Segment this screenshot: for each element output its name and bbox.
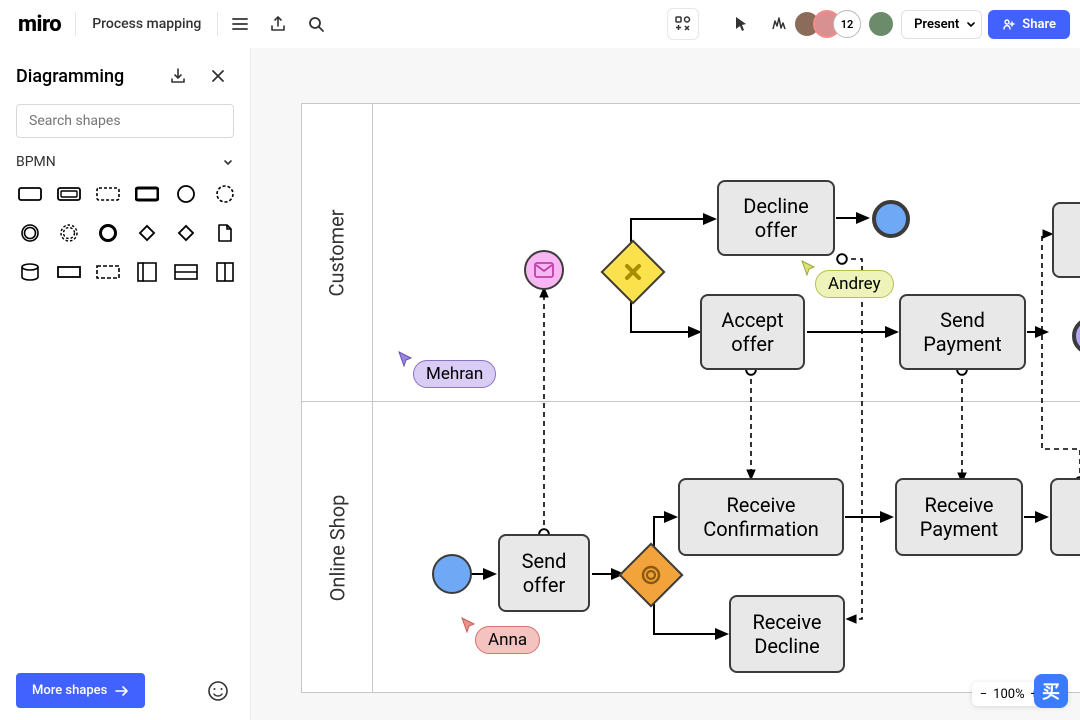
bpmn-pool[interactable]: Customer Online Shop xyxy=(301,103,1080,693)
share-button[interactable]: Share xyxy=(988,10,1070,39)
node-send-invoice[interactable]: Send Invoic xyxy=(1050,478,1080,556)
shape-lane-h[interactable] xyxy=(172,258,200,286)
menu-icon[interactable] xyxy=(224,8,256,40)
zoom-level: 100% xyxy=(993,687,1024,702)
node-send-offer[interactable]: Send offer xyxy=(498,534,590,612)
node-receive-confirmation[interactable]: Receive Confirmation xyxy=(678,478,844,556)
start-event-shop[interactable] xyxy=(432,554,472,594)
shape-task[interactable] xyxy=(16,180,44,208)
board-title[interactable]: Process mapping xyxy=(82,16,211,32)
bpmn-shape-grid xyxy=(16,180,234,286)
shape-event-subprocess[interactable] xyxy=(94,180,122,208)
lane-shop-label: Online Shop xyxy=(302,401,372,694)
canvas[interactable]: Customer Online Shop xyxy=(251,48,1080,720)
node-send-payment[interactable]: Send Payment xyxy=(899,294,1026,370)
shape-intermediate-event[interactable] xyxy=(16,219,44,247)
exclusive-gateway[interactable] xyxy=(600,239,665,304)
shape-datastore[interactable] xyxy=(16,258,44,286)
node-accept-offer[interactable]: Accept offer xyxy=(700,294,805,370)
message-start-event[interactable] xyxy=(524,250,564,290)
shape-transaction[interactable] xyxy=(55,180,83,208)
shape-group[interactable] xyxy=(94,258,122,286)
present-button[interactable]: Present xyxy=(901,10,982,39)
panel-title: Diagramming xyxy=(16,66,124,87)
node-receive-top[interactable]: Receiv xyxy=(1052,202,1080,278)
end-event-customer[interactable] xyxy=(872,200,910,238)
brand-logo[interactable]: miro xyxy=(10,10,69,39)
shape-end-event[interactable] xyxy=(94,219,122,247)
shape-data-object[interactable] xyxy=(211,219,239,247)
end-event-violet[interactable] xyxy=(1072,317,1080,355)
reactions-icon[interactable] xyxy=(763,8,795,40)
search-shapes-input[interactable] xyxy=(16,104,234,138)
node-receive-decline[interactable]: Receive Decline xyxy=(729,595,845,673)
lane-customer-label: Customer xyxy=(302,104,372,401)
shape-annotation[interactable] xyxy=(55,258,83,286)
cursor-andrey: Andrey xyxy=(815,270,894,298)
import-icon[interactable] xyxy=(162,60,194,92)
search-icon[interactable] xyxy=(300,8,332,40)
zoom-out-button[interactable]: − xyxy=(980,687,987,702)
watermark-badge: 买 xyxy=(1034,674,1068,708)
shape-gateway-parallel[interactable] xyxy=(172,219,200,247)
shape-call-activity[interactable] xyxy=(133,180,161,208)
diagramming-panel: Diagramming BPMN More shapes xyxy=(0,48,251,720)
cursor-mehran: Mehran xyxy=(413,360,496,388)
more-shapes-button[interactable]: More shapes xyxy=(16,673,145,708)
category-bpmn[interactable]: BPMN xyxy=(16,154,234,170)
shape-gateway[interactable] xyxy=(133,219,161,247)
node-receive-payment[interactable]: Receive Payment xyxy=(895,478,1023,556)
export-icon[interactable] xyxy=(262,8,294,40)
node-decline-offer[interactable]: Decline offer xyxy=(717,180,835,256)
collaborator-avatars[interactable]: 12 xyxy=(801,10,895,38)
shape-start-event-noninterrupt[interactable] xyxy=(211,180,239,208)
shape-start-event[interactable] xyxy=(172,180,200,208)
cursor-anna: Anna xyxy=(475,626,540,654)
shape-intermediate-event-noninterrupt[interactable] xyxy=(55,219,83,247)
apps-icon[interactable] xyxy=(667,8,699,40)
shape-pool-v[interactable] xyxy=(133,258,161,286)
pointer-mode-icon[interactable] xyxy=(725,8,757,40)
close-icon[interactable] xyxy=(202,60,234,92)
help-icon[interactable] xyxy=(202,675,234,707)
shape-lane-v[interactable] xyxy=(211,258,239,286)
